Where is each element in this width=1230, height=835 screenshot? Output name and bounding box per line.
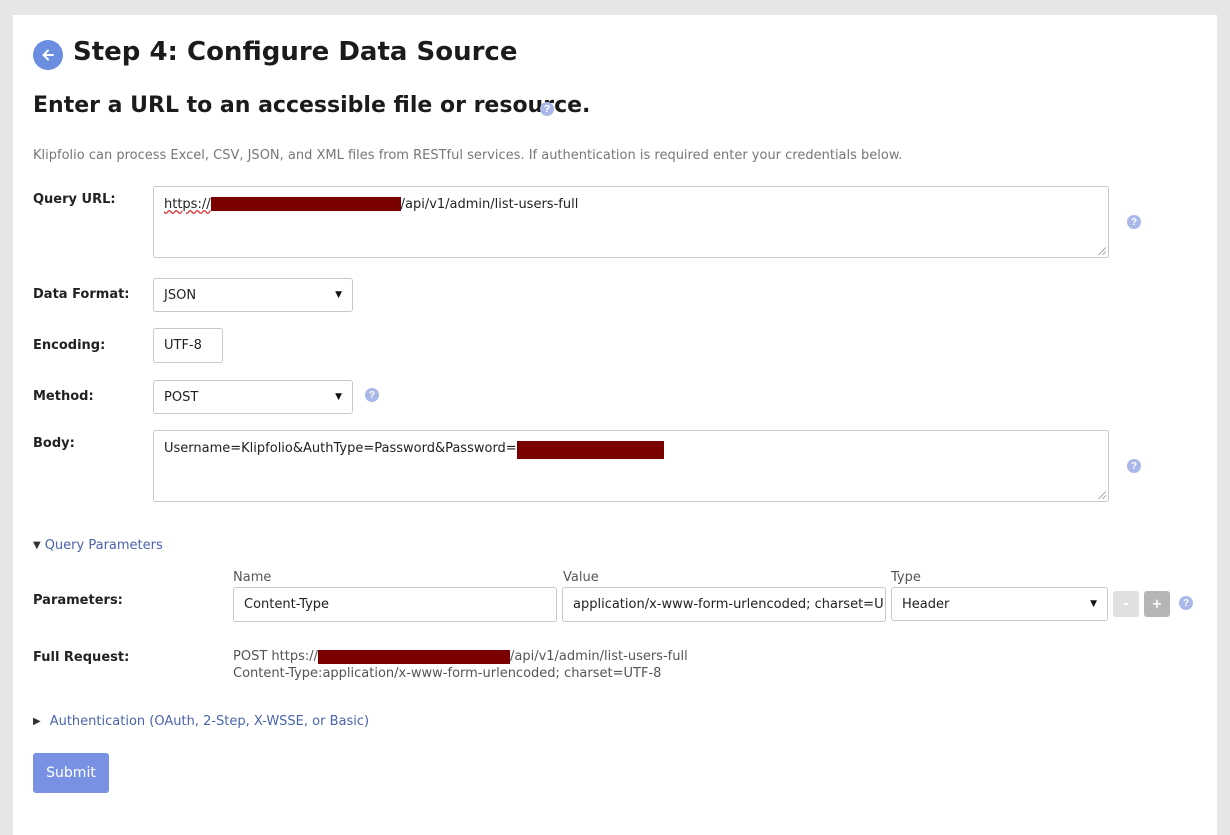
authentication-toggle[interactable]: ▶ Authentication (OAuth, 2-Step, X-WSSE,… — [33, 714, 369, 729]
redacted-host — [318, 649, 510, 664]
column-value-header: Value — [563, 570, 599, 585]
resize-handle[interactable] — [1098, 491, 1106, 499]
full-request-label: Full Request: — [33, 650, 130, 665]
method-label: Method: — [33, 389, 94, 404]
body-help-icon[interactable]: ? — [1127, 459, 1141, 473]
full-request-header-line: Content-Type:application/x-www-form-urle… — [233, 666, 662, 681]
method-help-icon[interactable]: ? — [365, 388, 379, 402]
caret-down-icon: ▼ — [33, 540, 41, 551]
parameters-help-icon[interactable]: ? — [1179, 596, 1193, 610]
arrow-left-icon — [42, 49, 54, 61]
back-button[interactable] — [33, 40, 63, 70]
param-name-input[interactable]: Content-Type — [233, 587, 557, 622]
param-type-select[interactable]: Header ▼ — [891, 587, 1108, 621]
resize-handle[interactable] — [1098, 247, 1106, 255]
submit-button[interactable]: Submit — [33, 753, 109, 793]
query-url-help-icon[interactable]: ? — [1127, 215, 1141, 229]
page-title: Step 4: Configure Data Source — [73, 37, 518, 67]
add-parameter-button[interactable]: + — [1144, 591, 1170, 617]
description-text: Klipfolio can process Excel, CSV, JSON, … — [33, 148, 903, 163]
query-url-label: Query URL: — [33, 192, 116, 207]
redacted-password — [516, 441, 664, 459]
encoding-label: Encoding: — [33, 338, 106, 353]
caret-right-icon: ▶ — [33, 716, 41, 727]
data-format-label: Data Format: — [33, 287, 130, 302]
encoding-input[interactable]: UTF-8 — [153, 328, 223, 363]
data-format-select[interactable]: JSON ▼ — [153, 278, 353, 312]
remove-parameter-button[interactable]: - — [1113, 591, 1139, 617]
param-value-input[interactable]: application/x-www-form-urlencoded; chars… — [562, 587, 886, 622]
query-parameters-toggle[interactable]: ▼ Query Parameters — [33, 538, 163, 553]
caret-down-icon: ▼ — [335, 392, 342, 402]
help-icon[interactable]: ? — [540, 102, 554, 116]
column-name-header: Name — [233, 570, 272, 585]
body-input[interactable]: Username=Klipfolio&AuthType=Password&Pas… — [153, 430, 1109, 502]
column-type-header: Type — [891, 570, 921, 585]
section-heading: Enter a URL to an accessible file or res… — [33, 93, 591, 118]
full-request-line: POST https:// /api/v1/admin/list-users-f… — [233, 649, 688, 664]
configure-data-source-panel: Step 4: Configure Data Source Enter a UR… — [13, 15, 1217, 835]
parameters-label: Parameters: — [33, 593, 123, 608]
query-url-input[interactable]: https:// /api/v1/admin/list-users-full — [153, 186, 1109, 258]
caret-down-icon: ▼ — [335, 290, 342, 300]
redacted-host — [210, 197, 401, 211]
caret-down-icon: ▼ — [1090, 599, 1097, 609]
method-select[interactable]: POST ▼ — [153, 380, 353, 414]
body-label: Body: — [33, 436, 75, 451]
